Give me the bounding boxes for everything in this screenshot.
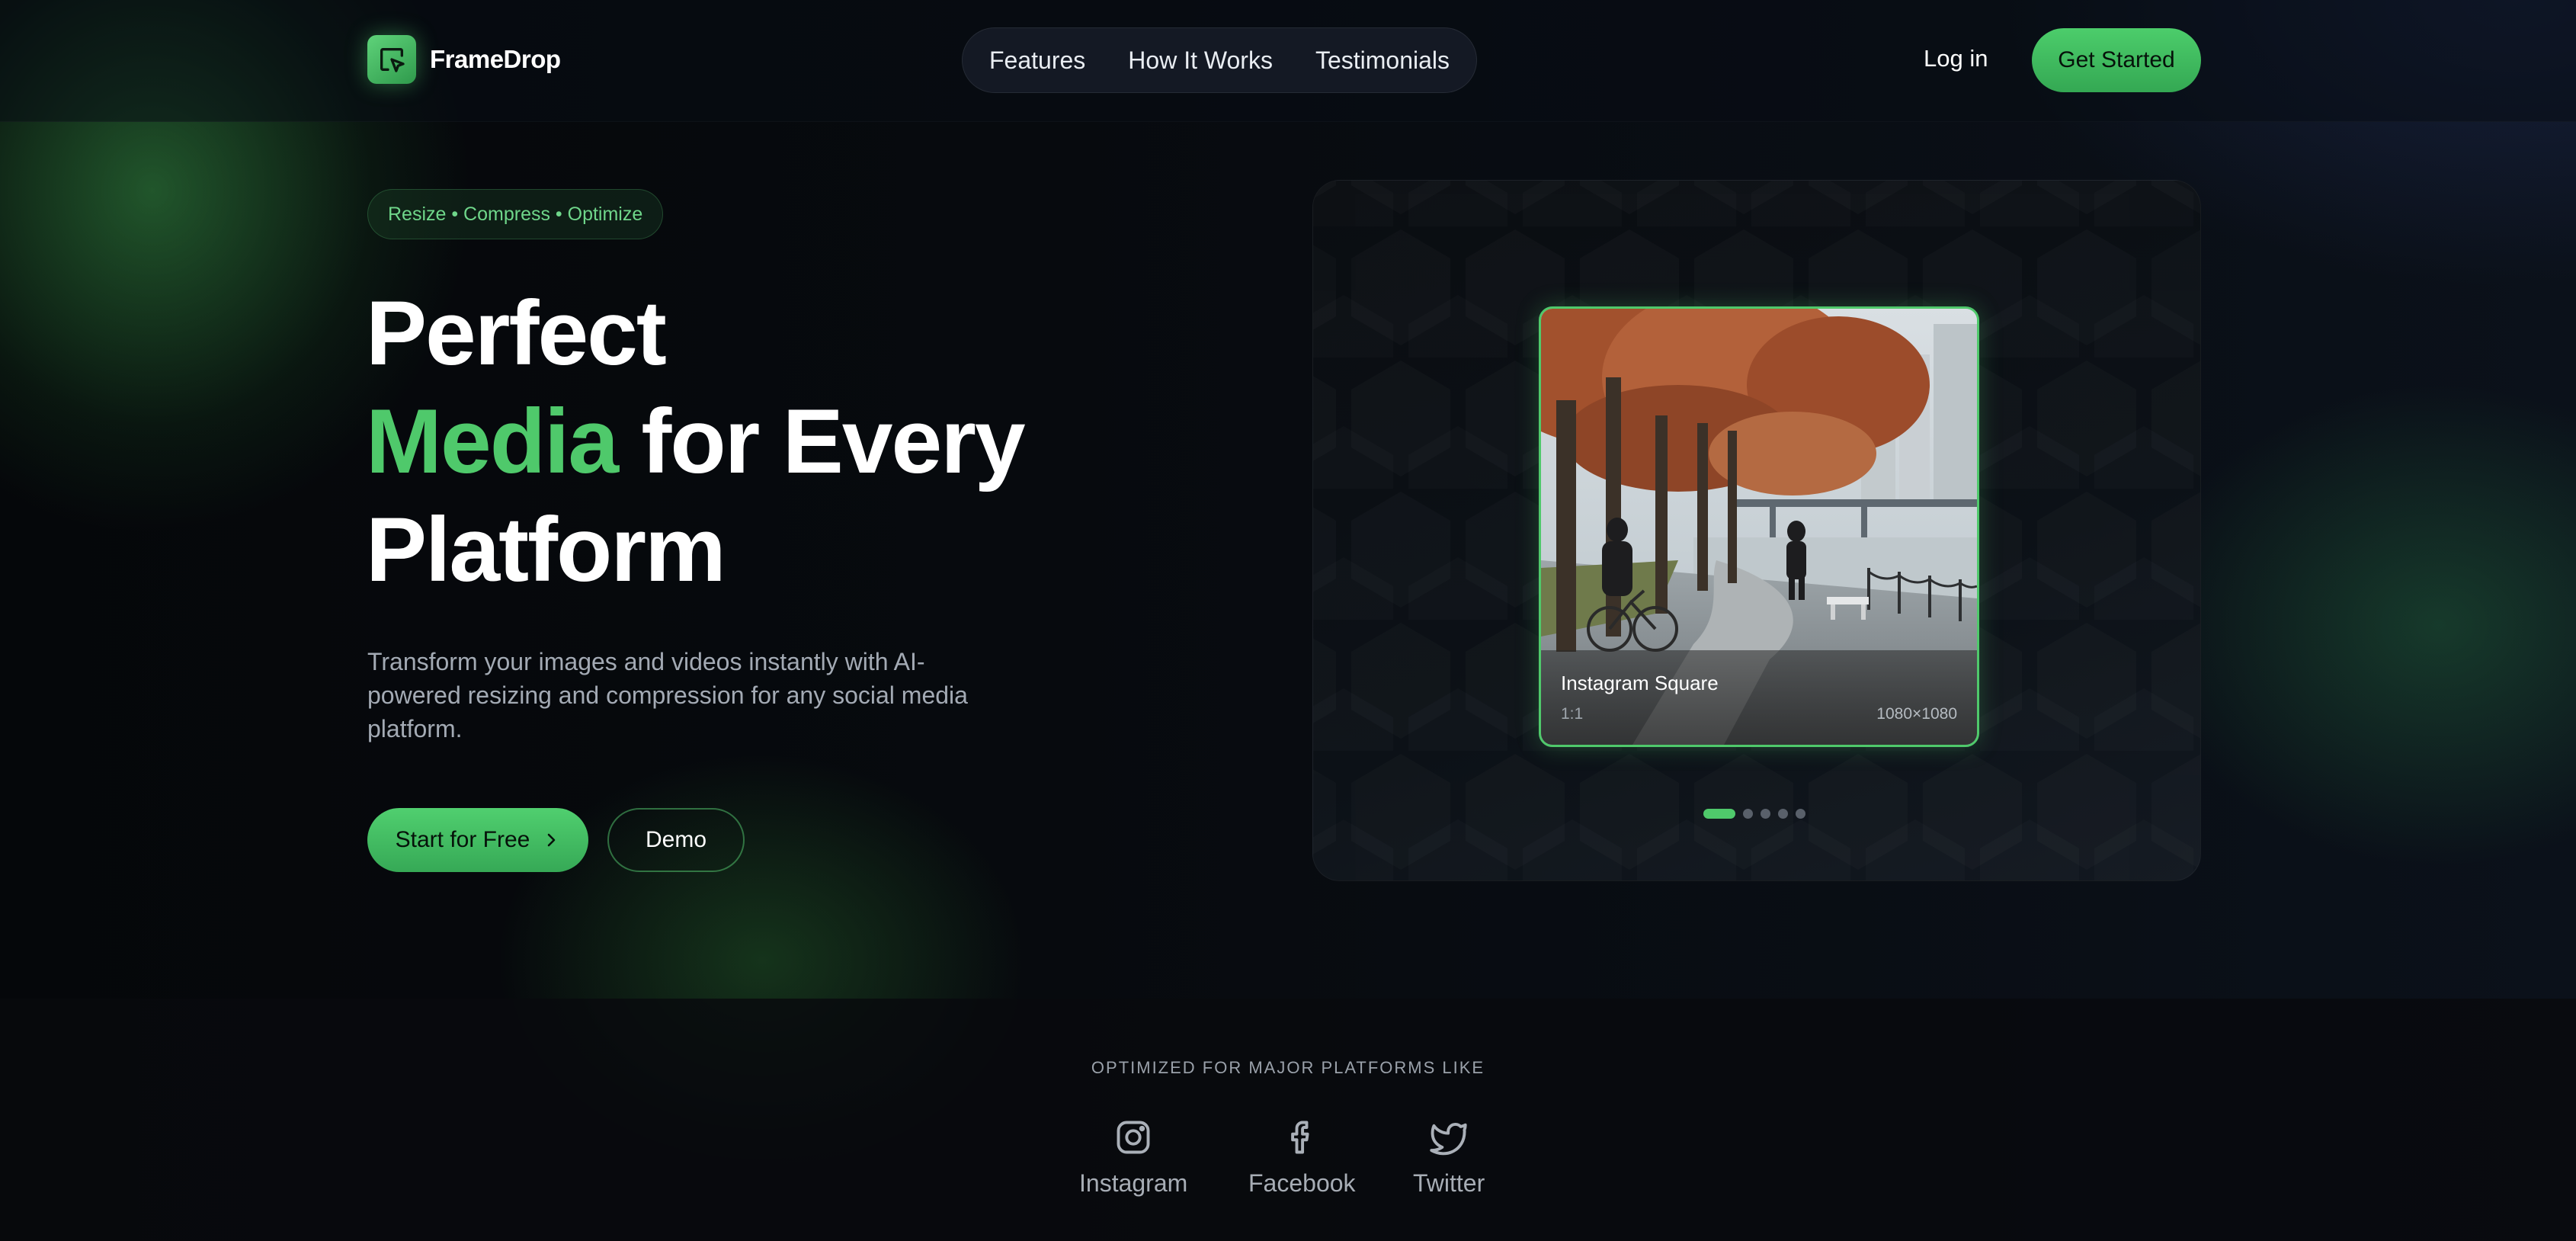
brand[interactable]: FrameDrop [367,35,561,84]
brand-name: FrameDrop [430,45,561,73]
headline-line-3: Platform [366,499,726,601]
chevron-right-icon [548,833,556,847]
media-preview-panel: Instagram Square 1:1 1080×1080 [1312,180,2201,881]
headline-line-2: for Every [617,390,1025,492]
platform-instagram: Instagram [1079,1118,1187,1198]
platform-name: Twitter [1413,1169,1485,1197]
card-format-title: Instagram Square [1561,672,1719,694]
login-link[interactable]: Log in [1924,45,1988,72]
nav-link-how-it-works[interactable]: How It Works [1128,46,1273,75]
platforms-section: OPTIMIZED FOR MAJOR PLATFORMS LIKE Insta… [0,999,2576,1241]
platform-name: Instagram [1079,1169,1188,1197]
nav-link-features[interactable]: Features [989,46,1085,75]
start-for-free-label: Start for Free [395,827,530,852]
platforms-label: OPTIMIZED FOR MAJOR PLATFORMS LIKE [1091,1058,1485,1077]
demo-button[interactable]: Demo [607,808,745,872]
media-preview-card[interactable]: Instagram Square 1:1 1080×1080 [1539,306,1979,747]
carousel-dot-4[interactable] [1778,809,1788,819]
headline-line-1: Perfect [366,282,667,384]
nav-link-testimonials[interactable]: Testimonials [1315,46,1450,75]
card-aspect-ratio: 1:1 [1561,705,1584,723]
top-navbar: FrameDrop Features How It Works Testimon… [0,0,2576,122]
landing-page: FrameDrop Features How It Works Testimon… [0,0,2576,1241]
card-caption: Instagram Square 1:1 1080×1080 [1541,650,1977,745]
twitter-icon [1430,1122,1467,1156]
card-dimensions: 1080×1080 [1876,705,1957,723]
carousel-indicators [1703,809,1805,819]
platform-facebook: Facebook [1248,1118,1356,1198]
main-nav: Features How It Works Testimonials [962,27,1477,93]
carousel-dot-1[interactable] [1703,809,1735,819]
hero-subtitle: Transform your images and videos instant… [367,648,968,742]
platform-name: Facebook [1248,1169,1356,1197]
facebook-icon [1291,1121,1309,1154]
carousel-dot-5[interactable] [1796,809,1805,819]
carousel-dot-3[interactable] [1761,809,1770,819]
start-for-free-button[interactable]: Start for Free [367,808,588,872]
framedrop-logo-icon [367,35,416,84]
feature-badge: Resize • Compress • Optimize [367,189,664,239]
carousel-dot-2[interactable] [1743,809,1753,819]
instagram-icon [1117,1121,1150,1154]
get-started-button[interactable]: Get Started [2032,28,2201,92]
hero-headline: Perfect Media for Every Platform [366,279,1128,604]
headline-accent: Media [366,390,619,492]
platform-twitter: Twitter [1413,1118,1485,1198]
